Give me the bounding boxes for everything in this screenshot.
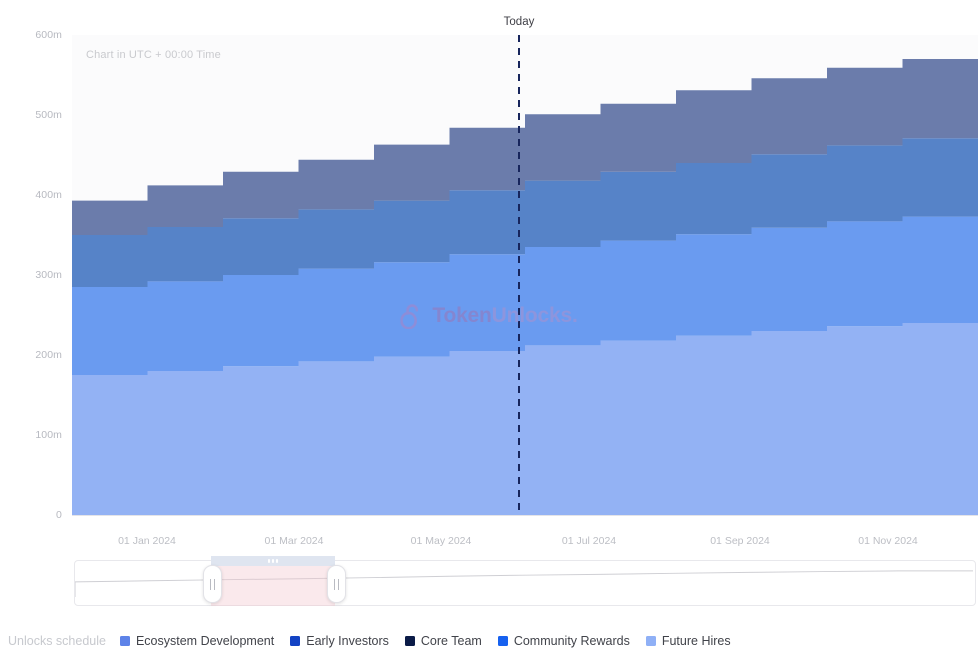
y-tick-label: 500m bbox=[35, 109, 62, 121]
x-tick-label: 01 Mar 2024 bbox=[264, 535, 324, 547]
x-tick-label: 01 Sep 2024 bbox=[710, 535, 770, 547]
range-slider-handle-left[interactable] bbox=[203, 565, 222, 603]
today-label: Today bbox=[503, 16, 535, 28]
legend-item-future-hires[interactable]: Future Hires bbox=[645, 634, 731, 648]
x-tick-label: 01 Nov 2024 bbox=[858, 535, 918, 547]
range-slider-handle-right[interactable] bbox=[327, 565, 346, 603]
chart-legend: Unlocks schedule Ecosystem Development E… bbox=[0, 630, 979, 652]
y-axis: 600m 500m 400m 300m 200m 100m 0 bbox=[0, 29, 72, 521]
legend-item-core-team[interactable]: Core Team bbox=[404, 634, 482, 648]
legend-item-community-rewards[interactable]: Community Rewards bbox=[497, 634, 630, 648]
legend-swatch bbox=[497, 636, 508, 646]
utc-note: Chart in UTC + 00:00 Time bbox=[86, 49, 221, 61]
range-slider-selection[interactable] bbox=[211, 560, 335, 606]
token-unlocks-chart-page: 600m 500m 400m 300m 200m 100m 0 Chart in… bbox=[0, 0, 979, 656]
legend-item-ecosystem-development[interactable]: Ecosystem Development bbox=[119, 634, 275, 648]
y-tick-label: 600m bbox=[35, 29, 62, 41]
legend-swatch bbox=[404, 636, 415, 646]
today-dashed-line bbox=[518, 35, 520, 516]
legend-title: Unlocks schedule bbox=[8, 634, 106, 648]
legend-item-label: Core Team bbox=[420, 634, 482, 648]
unlocks-schedule-chart: 600m 500m 400m 300m 200m 100m 0 Chart in… bbox=[0, 0, 979, 620]
legend-item-label: Ecosystem Development bbox=[135, 634, 275, 648]
y-tick-label: 300m bbox=[35, 269, 62, 281]
legend-item-label: Future Hires bbox=[661, 634, 731, 648]
x-tick-label: 01 May 2024 bbox=[410, 535, 472, 547]
legend-swatch bbox=[119, 636, 130, 646]
legend-item-label: Early Investors bbox=[306, 634, 389, 648]
legend-swatch bbox=[290, 636, 301, 646]
legend-swatch bbox=[645, 636, 656, 646]
plot-area[interactable] bbox=[72, 35, 978, 515]
y-tick-label: 100m bbox=[35, 429, 62, 441]
legend-item-early-investors[interactable]: Early Investors bbox=[290, 634, 389, 648]
legend-item-label: Community Rewards bbox=[513, 634, 630, 648]
range-slider[interactable] bbox=[74, 556, 976, 606]
stacked-area-series bbox=[72, 59, 978, 515]
y-tick-label: 400m bbox=[35, 189, 62, 201]
x-axis: 01 Jan 2024 01 Mar 2024 01 May 2024 01 J… bbox=[0, 515, 979, 547]
y-tick-label: 200m bbox=[35, 349, 62, 361]
x-tick-label: 01 Jan 2024 bbox=[118, 535, 176, 547]
x-tick-label: 01 Jul 2024 bbox=[561, 535, 617, 547]
range-slider-drag-bar[interactable] bbox=[211, 556, 335, 566]
